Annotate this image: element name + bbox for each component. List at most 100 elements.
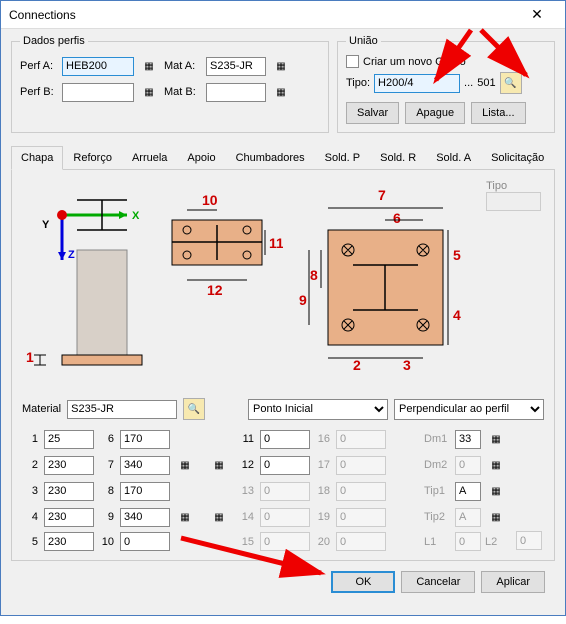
tipo-browse-icon[interactable]: 🔍: [500, 72, 522, 94]
tip2-icon: ▦: [485, 506, 507, 528]
tab-solicitacao[interactable]: Solicitação: [481, 146, 554, 170]
perfa-input[interactable]: [62, 57, 134, 76]
p10[interactable]: [120, 532, 170, 551]
p2[interactable]: [44, 456, 94, 475]
perfa-browse-icon[interactable]: ▦: [138, 55, 160, 77]
p7[interactable]: [120, 456, 170, 475]
p7-icon1[interactable]: ▦: [174, 454, 196, 476]
uniao-group: União Criar um novo Grupo Tipo: ... 501 …: [337, 35, 555, 133]
titlebar: Connections ✕: [1, 1, 565, 29]
apague-button[interactable]: Apague: [405, 102, 465, 124]
tip1-label: Tip1: [424, 485, 451, 497]
matb-browse-icon[interactable]: ▦: [270, 81, 292, 103]
material-browse-icon[interactable]: 🔍: [183, 398, 205, 420]
tab-chapa[interactable]: Chapa: [11, 146, 63, 170]
criar-grupo-checkbox[interactable]: Criar um novo Grupo: [346, 55, 466, 68]
p11[interactable]: [260, 430, 310, 449]
dados-perfis-group: Dados perfis Perf A: ▦ Mat A: ▦ Perf B: …: [11, 35, 329, 133]
tab-arruela[interactable]: Arruela: [122, 146, 177, 170]
svg-text:12: 12: [207, 282, 223, 298]
dm2: [455, 456, 481, 475]
svg-text:9: 9: [299, 292, 307, 308]
svg-text:6: 6: [393, 210, 401, 226]
apply-button[interactable]: Aplicar: [481, 571, 545, 593]
p5[interactable]: [44, 532, 94, 551]
tab-soldr[interactable]: Sold. R: [370, 146, 426, 170]
diagram-base: 7 6 5 4 8 9 2 3: [293, 180, 476, 390]
perfb-label: Perf B:: [20, 86, 58, 98]
p9[interactable]: [120, 508, 170, 527]
dm1[interactable]: [455, 430, 481, 449]
lista-button[interactable]: Lista...: [471, 102, 525, 124]
svg-text:1: 1: [26, 349, 34, 365]
checkbox-icon: [346, 55, 359, 68]
tab-reforco[interactable]: Reforço: [63, 146, 122, 170]
tipo-side-dropdown: [486, 192, 541, 211]
svg-text:3: 3: [403, 357, 411, 373]
diagram-profile: X Z Y 1: [22, 180, 147, 380]
dm2-label: Dm2: [424, 459, 451, 471]
dialog-window: Connections ✕ Dados perfis Perf A: ▦ Mat…: [0, 0, 566, 616]
svg-text:4: 4: [453, 307, 461, 323]
ponto-select[interactable]: Ponto Inicial: [248, 399, 388, 420]
tab-content: X Z Y 1: [11, 170, 555, 561]
mata-input[interactable]: [206, 57, 266, 76]
p4[interactable]: [44, 508, 94, 527]
dm1-icon[interactable]: ▦: [485, 428, 507, 450]
tip1[interactable]: [455, 482, 481, 501]
tipo-side: Tipo: [486, 180, 544, 211]
svg-text:8: 8: [310, 267, 318, 283]
svg-text:10: 10: [202, 192, 218, 208]
l2-label: L2: [485, 536, 497, 548]
matb-input[interactable]: [206, 83, 266, 102]
tipo-num: 501: [477, 77, 495, 89]
ok-button[interactable]: OK: [331, 571, 395, 593]
diagram-top: 10 11 12: [157, 180, 282, 320]
svg-text:X: X: [132, 210, 140, 222]
perfb-input[interactable]: [62, 83, 134, 102]
p3[interactable]: [44, 482, 94, 501]
cancel-button[interactable]: Cancelar: [401, 571, 475, 593]
p8[interactable]: [120, 482, 170, 501]
p6[interactable]: [120, 430, 170, 449]
p1[interactable]: [44, 430, 94, 449]
perp-select[interactable]: Perpendicular ao perfil: [394, 399, 544, 420]
mata-browse-icon[interactable]: ▦: [270, 55, 292, 77]
p19: [336, 508, 386, 527]
dm2-icon: ▦: [485, 454, 507, 476]
dados-legend: Dados perfis: [20, 35, 88, 47]
p7-icon2[interactable]: ▦: [208, 454, 230, 476]
l1-label: L1: [424, 536, 451, 548]
dm1-label: Dm1: [424, 433, 451, 445]
material-label: Material: [22, 403, 61, 415]
tab-apoio[interactable]: Apoio: [177, 146, 225, 170]
tab-bar: Chapa Reforço Arruela Apoio Chumbadores …: [11, 145, 555, 170]
p15: [260, 532, 310, 551]
criar-grupo-label: Criar um novo Grupo: [363, 56, 466, 68]
close-icon[interactable]: ✕: [517, 6, 557, 23]
p9-icon2[interactable]: ▦: [208, 506, 230, 528]
svg-text:Z: Z: [68, 249, 75, 261]
p16: [336, 430, 386, 449]
tipo-dots: ...: [464, 77, 473, 89]
material-input[interactable]: [67, 400, 177, 419]
tab-solda[interactable]: Sold. A: [426, 146, 481, 170]
tipo-side-label: Tipo: [486, 180, 544, 192]
svg-text:5: 5: [453, 247, 461, 263]
salvar-button[interactable]: Salvar: [346, 102, 399, 124]
p14: [260, 508, 310, 527]
p20: [336, 532, 386, 551]
tab-soldp[interactable]: Sold. P: [315, 146, 370, 170]
svg-text:Y: Y: [42, 219, 50, 231]
tip1-icon[interactable]: ▦: [485, 480, 507, 502]
perfa-label: Perf A:: [20, 60, 58, 72]
perfb-browse-icon[interactable]: ▦: [138, 81, 160, 103]
tipo-input[interactable]: [374, 74, 460, 93]
p9-icon1[interactable]: ▦: [174, 506, 196, 528]
uniao-legend: União: [346, 35, 381, 47]
tip2-label: Tip2: [424, 511, 451, 523]
svg-text:2: 2: [353, 357, 361, 373]
p12[interactable]: [260, 456, 310, 475]
p13: [260, 482, 310, 501]
tab-chumbadores[interactable]: Chumbadores: [226, 146, 315, 170]
